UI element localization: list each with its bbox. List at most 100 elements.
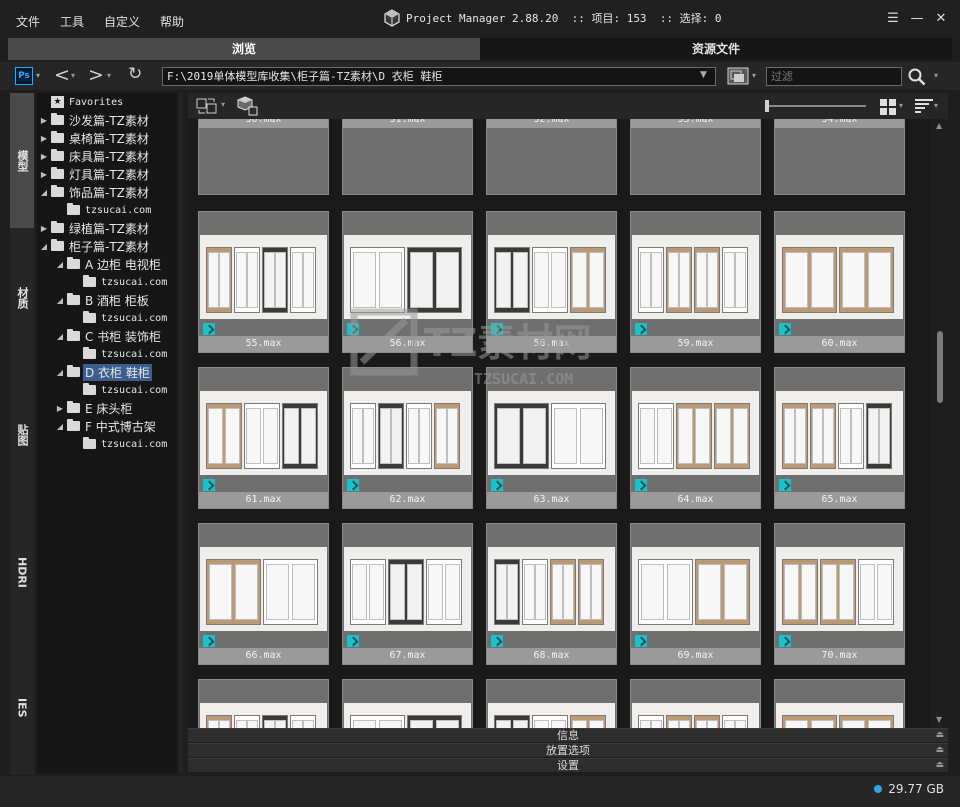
expand-arrow-icon[interactable]: ◢ (55, 260, 65, 269)
expand-arrow-icon[interactable]: ▶ (39, 134, 49, 143)
menu-icon[interactable]: ☰ (882, 9, 904, 27)
menu-item[interactable]: 帮助 (160, 13, 184, 30)
tree-item[interactable]: ◢ 饰品篇-TZ素材 (37, 183, 177, 201)
expand-arrow-icon[interactable]: ▶ (39, 224, 49, 233)
file-thumbnail[interactable]: 53.max (630, 119, 761, 195)
side-tab-maps[interactable]: 贴图 (10, 367, 34, 503)
close-icon[interactable]: ✕ (930, 9, 952, 27)
file-thumbnail[interactable]: 51.max (342, 119, 473, 195)
grid-view-icon[interactable] (880, 99, 896, 115)
tree-item[interactable]: tzsucai.com (37, 273, 177, 291)
tree-item[interactable]: ▶ 灯具篇-TZ素材 (37, 165, 177, 183)
expand-arrow-icon[interactable]: ▶ (39, 152, 49, 161)
sync-icon[interactable] (196, 96, 218, 116)
tab-resource-files[interactable]: 资源文件 (480, 38, 952, 60)
minimize-icon[interactable]: — (906, 9, 928, 27)
file-thumbnail[interactable]: 60.max (774, 211, 905, 353)
settings-panel-bar[interactable]: 设置 ⏏ (188, 758, 948, 772)
tab-browse[interactable]: 浏览 (8, 38, 480, 60)
expand-arrow-icon[interactable]: ▶ (55, 404, 65, 413)
expand-arrow-icon[interactable]: ▶ (39, 116, 49, 125)
side-tab-models[interactable]: 模型 (10, 93, 34, 228)
tree-item[interactable]: tzsucai.com (37, 201, 177, 219)
forward-arrow-icon[interactable]: > (88, 66, 104, 85)
photoshop-icon[interactable]: Ps (15, 67, 33, 85)
expand-arrow-icon[interactable]: ◢ (39, 188, 49, 197)
tree-item[interactable]: tzsucai.com (37, 435, 177, 453)
file-thumbnail[interactable]: 68.max (486, 523, 617, 665)
file-thumbnail[interactable] (486, 679, 617, 728)
tree-item[interactable]: ▶ 床具篇-TZ素材 (37, 147, 177, 165)
tree-item[interactable]: ◢ D 衣柜 鞋柜 (37, 363, 177, 381)
search-icon[interactable] (908, 68, 926, 86)
file-thumbnail[interactable]: 67.max (342, 523, 473, 665)
path-dropdown-icon[interactable]: ▼ (700, 70, 707, 80)
file-thumbnail[interactable]: 69.max (630, 523, 761, 665)
tree-item[interactable]: ◢ A 边柜 电视柜 (37, 255, 177, 273)
expand-arrow-icon[interactable]: ◢ (55, 332, 65, 341)
file-thumbnail[interactable]: 64.max (630, 367, 761, 509)
sort-dropdown-icon[interactable]: ▾ (934, 102, 938, 110)
expand-arrow-icon[interactable]: ◢ (55, 422, 65, 431)
file-thumbnail[interactable]: 56.max (342, 211, 473, 353)
tree-item[interactable]: ◢ F 中式博古架 (37, 417, 177, 435)
tree-item[interactable]: ◢ 柜子篇-TZ素材 (37, 237, 177, 255)
file-thumbnail[interactable]: 52.max (486, 119, 617, 195)
chevron-down-icon[interactable]: ▾ (36, 72, 40, 80)
file-thumbnail[interactable]: 66.max (198, 523, 329, 665)
panel-splitter[interactable] (179, 93, 183, 773)
search-options-icon[interactable]: ▾ (934, 72, 938, 80)
side-tab-ies[interactable]: IES (10, 641, 34, 775)
view-dropdown-icon[interactable]: ▾ (899, 102, 903, 110)
file-thumbnail[interactable] (630, 679, 761, 728)
package-icon[interactable] (236, 96, 258, 116)
expand-arrow-icon[interactable]: ◢ (55, 368, 65, 377)
tree-item[interactable]: tzsucai.com (37, 309, 177, 327)
forward-history-icon[interactable]: ▾ (107, 72, 111, 80)
tree-item[interactable]: ▶ E 床头柜 (37, 399, 177, 417)
gallery-dropdown-icon[interactable]: ▾ (752, 72, 756, 80)
refresh-icon[interactable]: ↻ (128, 66, 142, 83)
sort-icon[interactable] (915, 99, 933, 113)
menu-item[interactable]: 工具 (60, 13, 84, 30)
file-thumbnail[interactable]: 59.max (630, 211, 761, 353)
file-thumbnail[interactable]: 58.max (486, 211, 617, 353)
file-thumbnail[interactable]: 63.max (486, 367, 617, 509)
tree-item[interactable]: ▶ 沙发篇-TZ素材 (37, 111, 177, 129)
scroll-up-icon[interactable]: ▲ (936, 121, 942, 130)
grid-scrollbar[interactable]: ▲ ▼ (934, 119, 947, 728)
scrollbar-thumb[interactable] (937, 331, 943, 403)
file-thumbnail[interactable]: 61.max (198, 367, 329, 509)
tree-item[interactable]: tzsucai.com (37, 345, 177, 363)
file-thumbnail[interactable]: 70.max (774, 523, 905, 665)
back-arrow-icon[interactable]: < (54, 66, 70, 85)
file-thumbnail[interactable] (198, 679, 329, 728)
back-history-icon[interactable]: ▾ (71, 72, 75, 80)
side-tab-hdri[interactable]: HDRI (10, 504, 34, 640)
expand-arrow-icon[interactable]: ◢ (55, 296, 65, 305)
slider-handle[interactable] (765, 100, 769, 112)
side-tab-materials[interactable]: 材质 (10, 229, 34, 366)
gallery-icon[interactable] (727, 67, 749, 85)
file-thumbnail[interactable]: 50.max (198, 119, 329, 195)
tree-item[interactable]: tzsucai.com (37, 381, 177, 399)
tree-item[interactable]: ★ Favorites (37, 93, 177, 111)
menu-item[interactable]: 自定义 (104, 13, 140, 30)
filter-input[interactable]: 过滤 (766, 67, 902, 86)
tree-item[interactable]: ▶ 桌椅篇-TZ素材 (37, 129, 177, 147)
placement-options-panel-bar[interactable]: 放置选项 ⏏ (188, 743, 948, 757)
file-thumbnail[interactable]: 55.max (198, 211, 329, 353)
menu-item[interactable]: 文件 (16, 13, 40, 30)
tree-item[interactable]: ◢ C 书柜 装饰柜 (37, 327, 177, 345)
file-thumbnail[interactable]: 54.max (774, 119, 905, 195)
tree-item[interactable]: ▶ 绿植篇-TZ素材 (37, 219, 177, 237)
file-thumbnail[interactable] (342, 679, 473, 728)
expand-arrow-icon[interactable]: ◢ (39, 242, 49, 251)
info-panel-bar[interactable]: 信息 ⏏ (188, 728, 948, 742)
thumbnail-size-slider[interactable] (768, 105, 866, 107)
sync-dropdown-icon[interactable]: ▾ (221, 101, 225, 109)
scroll-down-icon[interactable]: ▼ (936, 715, 942, 724)
file-thumbnail[interactable] (774, 679, 905, 728)
file-thumbnail[interactable]: 62.max (342, 367, 473, 509)
path-field[interactable]: F:\2019单体模型库收集\柜子篇-TZ素材\D 衣柜 鞋柜 (162, 67, 716, 86)
